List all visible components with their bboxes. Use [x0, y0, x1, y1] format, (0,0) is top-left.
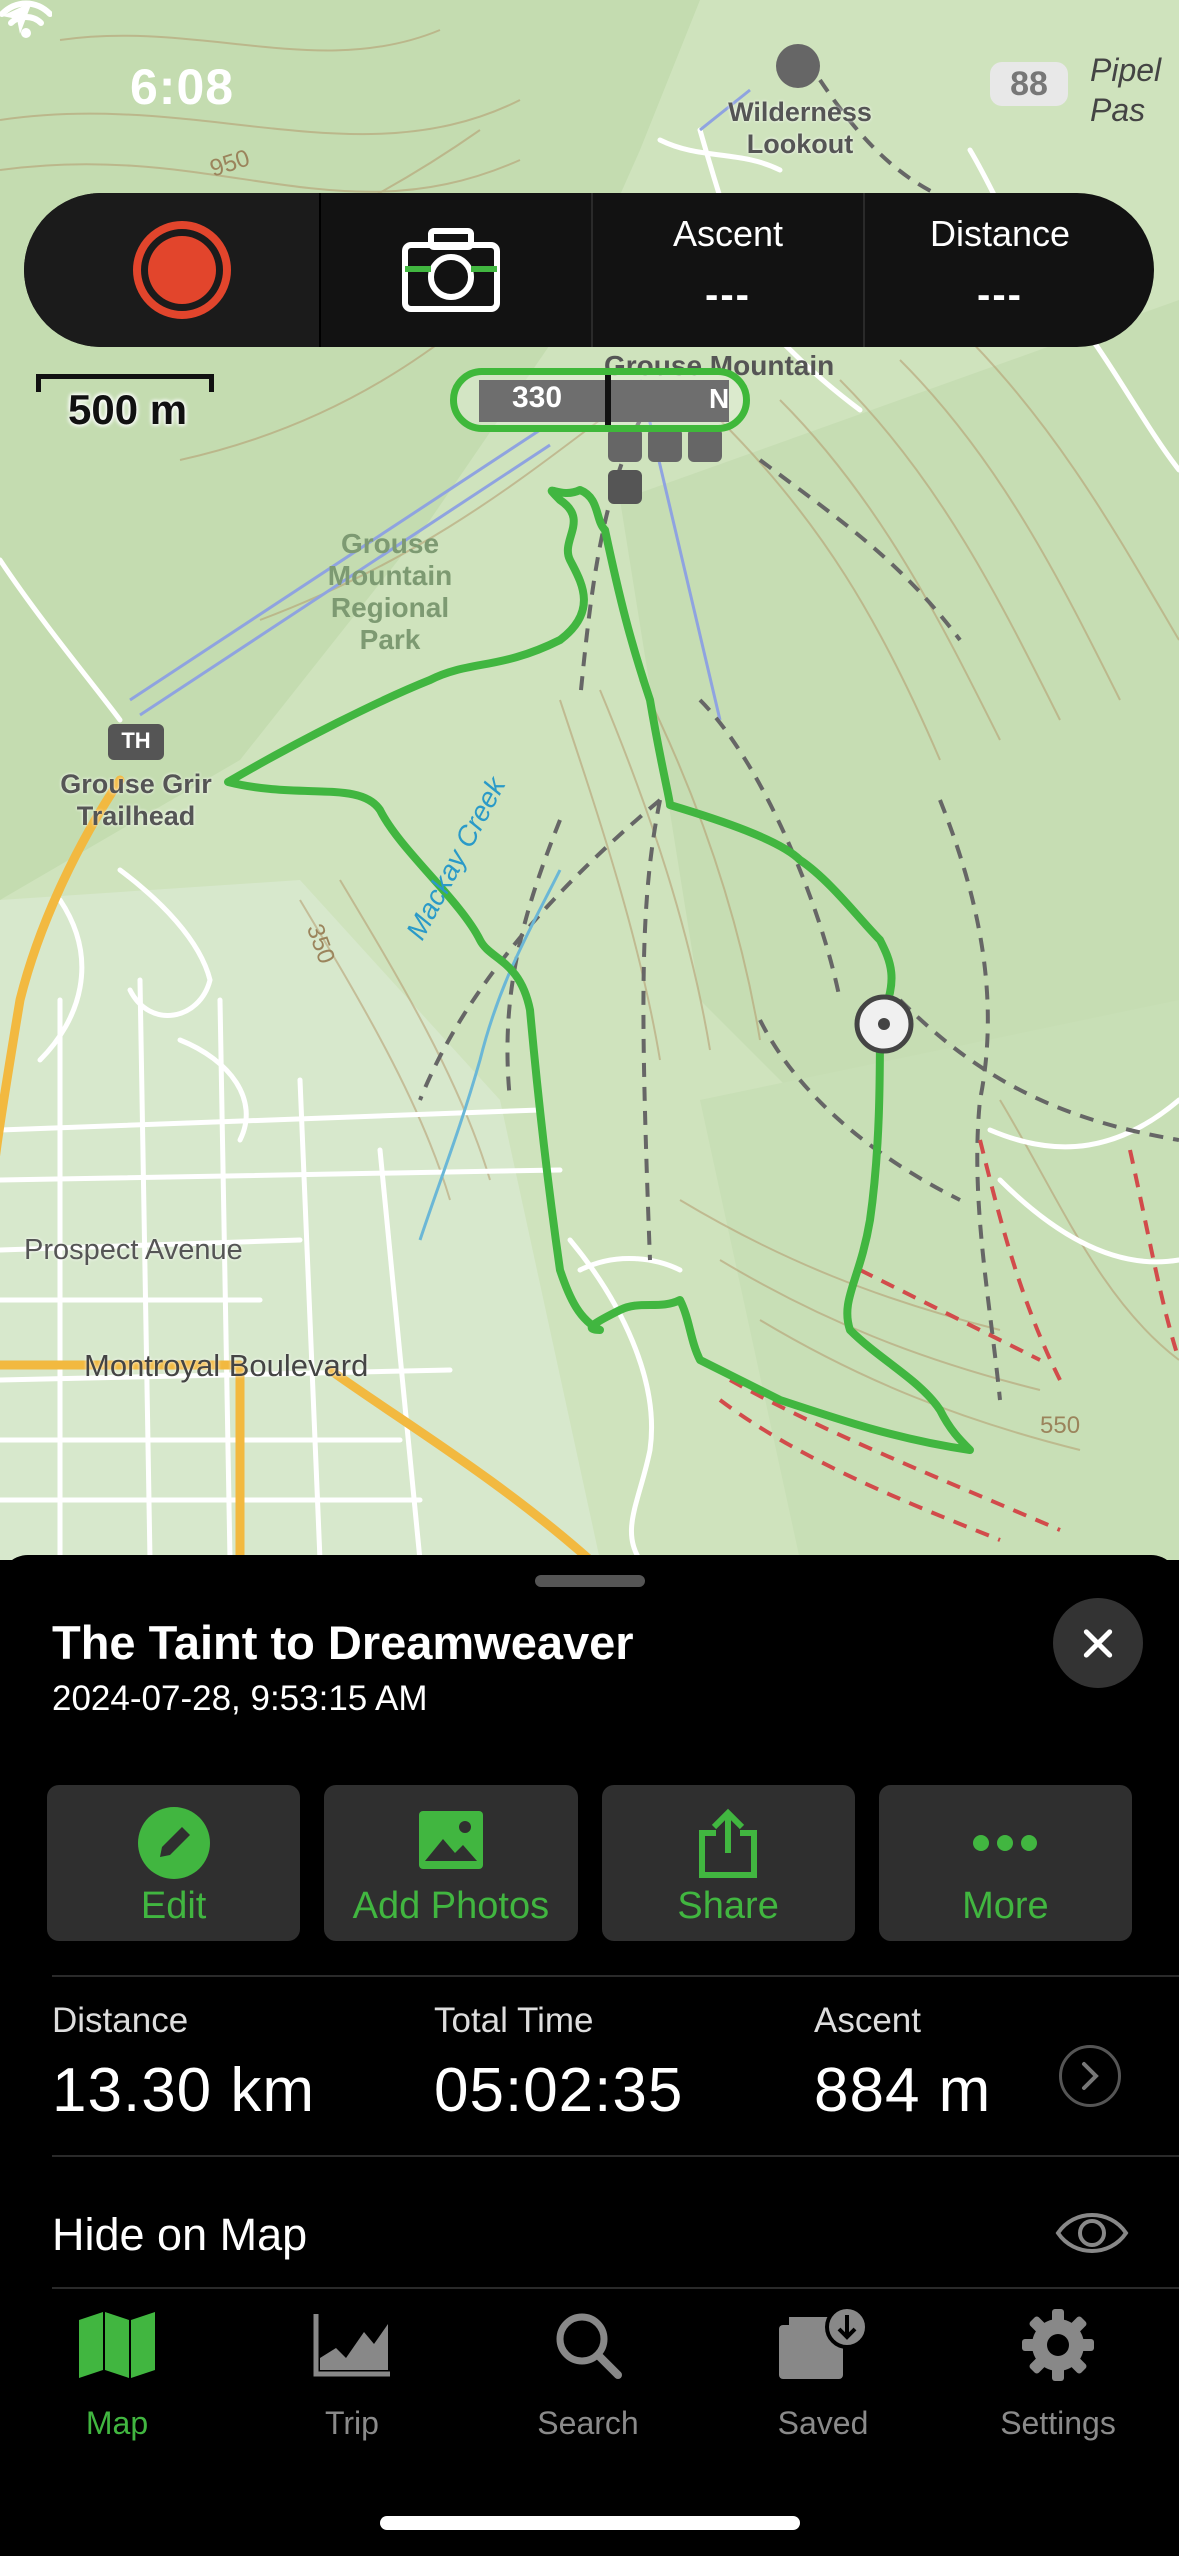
- wifi-icon: [0, 0, 52, 38]
- park-label: Grouse Mountain Regional Park: [327, 528, 453, 655]
- sheet-handle[interactable]: [535, 1575, 645, 1587]
- compass-heading: 330: [512, 381, 563, 414]
- tab-search[interactable]: Search: [488, 2285, 688, 2442]
- tab-saved[interactable]: Saved: [723, 2285, 923, 2442]
- divider: [52, 1975, 1179, 1977]
- tab-trip[interactable]: Trip: [252, 2285, 452, 2442]
- tab-bar: Map Trip Search Saved Settings: [0, 2285, 1179, 2485]
- saved-icon: [779, 2305, 869, 2379]
- montroyal-boulevard-label: Montroyal Boulevard: [84, 1348, 369, 1383]
- more-icon: [973, 1835, 1038, 1851]
- chevron-right-icon: [1082, 2062, 1099, 2090]
- contour-550-label: 550: [1040, 1412, 1081, 1439]
- trailhead-label: Grouse Grir Trailhead: [60, 769, 212, 831]
- search-icon: [556, 2313, 622, 2379]
- compass[interactable]: 330 N: [450, 368, 750, 432]
- map-icon: [79, 2312, 155, 2378]
- recording-bar: Ascent --- Distance ---: [24, 193, 1154, 347]
- pencil-icon: [137, 1807, 210, 1879]
- tab-settings[interactable]: Settings: [958, 2285, 1158, 2442]
- scale-label: 500 m: [68, 386, 188, 433]
- status-time: 6:08: [130, 59, 235, 115]
- record-button[interactable]: [24, 193, 319, 347]
- tab-map[interactable]: Map: [17, 2285, 217, 2442]
- th-badge: TH: [121, 728, 151, 753]
- map-view[interactable]: Wilderness Lookout Pipel Pas Grouse Mountai…: [0, 0, 1179, 1560]
- camera-icon: [402, 228, 500, 312]
- stats-detail-button[interactable]: [1059, 2045, 1121, 2107]
- ascent-readout: Ascent ---: [591, 193, 863, 347]
- share-icon: [699, 1808, 758, 1878]
- action-buttons: Edit Add Photos Share More: [47, 1785, 1132, 1941]
- stat-distance: Distance 13.30 km: [52, 2001, 316, 2125]
- gear-icon: [1022, 2309, 1094, 2381]
- trip-title: The Taint to Dreamweaver: [52, 1616, 634, 1669]
- close-button[interactable]: [1053, 1598, 1143, 1688]
- stat-total-time: Total Time 05:02:35: [434, 2001, 684, 2125]
- battery-indicator: 88: [990, 62, 1068, 106]
- edit-button[interactable]: Edit: [47, 1785, 301, 1941]
- compass-north: N: [709, 383, 730, 414]
- home-indicator[interactable]: [380, 2516, 800, 2530]
- map-scale: 500 m: [36, 374, 216, 434]
- more-button[interactable]: More: [878, 1785, 1132, 1941]
- add-photos-button[interactable]: Add Photos: [324, 1785, 578, 1941]
- distance-readout: Distance ---: [863, 193, 1135, 347]
- compass-needle: [605, 375, 611, 425]
- chart-icon: [313, 2314, 390, 2377]
- eye-icon[interactable]: [1054, 2203, 1130, 2263]
- share-button[interactable]: Share: [601, 1785, 855, 1941]
- hide-on-map-row[interactable]: Hide on Map: [0, 2177, 1179, 2289]
- camera-button[interactable]: [319, 193, 591, 347]
- trip-stats[interactable]: Distance 13.30 km Total Time 05:02:35 As…: [0, 2001, 1179, 2125]
- trip-datetime: 2024-07-28, 9:53:15 AM: [52, 1679, 428, 1718]
- prospect-avenue-label: Prospect Avenue: [24, 1234, 243, 1266]
- status-bar: 6:08 88: [0, 0, 1179, 170]
- stat-ascent: Ascent 884 m: [814, 2001, 992, 2125]
- divider: [52, 2155, 1179, 2157]
- photo-icon: [418, 1811, 483, 1869]
